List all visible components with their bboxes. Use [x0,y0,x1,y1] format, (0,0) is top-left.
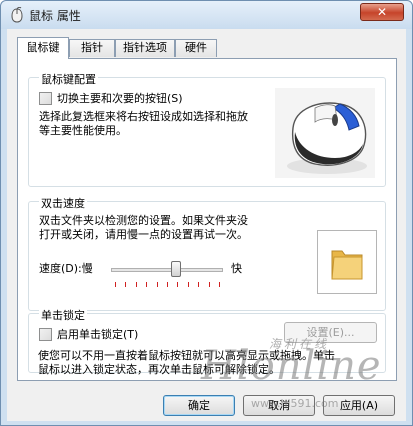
double-click-speed-group: 双击速度 双击文件夹以检测您的设置。如果文件夹没 打开或关闭，请用慢一点的设置再… [28,195,386,311]
close-button[interactable]: ✕ [360,3,404,21]
slider-tick [146,282,148,287]
ok-button[interactable]: 确定 [163,395,235,416]
click-lock-checkbox-label: 启用单击锁定(T) [57,328,139,341]
button-config-description: 选择此复选框来将右按钮设成如选择和拖放 等主要性能使用。 [39,110,269,138]
description-line: 选择此复选框来将右按钮设成如选择和拖放 [39,110,248,123]
click-lock-checkbox[interactable]: 启用单击锁定(T) [39,326,138,342]
mouse-app-icon [11,7,23,23]
cancel-button[interactable]: 取消 [243,395,315,416]
dialog-client-area: 鼠标键 指针 指针选项 硬件 鼠标键配置 切换主要和次要的按钮(S) 选择此复选… [7,29,406,421]
click-lock-description: 使您可以不用一直按着鼠标按钮就可以高亮显示或拖拽。单击 鼠标以进入锁定状态，再次… [38,349,390,377]
double-click-speed-label: 双击速度 [39,195,87,211]
speed-fast-label: 快 [231,262,242,275]
button-config-label: 鼠标键配置 [39,71,98,87]
test-folder-area[interactable] [317,230,377,294]
slider-tick [135,282,137,287]
slider-ticks [115,282,220,288]
tab-pointer-options[interactable]: 指针选项 [115,39,175,57]
click-lock-label: 单击锁定 [39,307,87,323]
slider-tick [125,282,127,287]
description-line: 鼠标以进入锁定状态，再次单击鼠标可解除锁定。 [38,363,280,376]
description-line: 打开或关闭，请用慢一点的设置再试一次。 [39,228,248,241]
slider-tick [115,282,116,287]
tab-mouse-buttons[interactable]: 鼠标键 [17,37,69,59]
button-config-group: 鼠标键配置 切换主要和次要的按钮(S) 选择此复选框来将右按钮设成如选择和拖放 … [28,71,386,187]
double-click-description: 双击文件夹以检测您的设置。如果文件夹没 打开或关闭，请用慢一点的设置再试一次。 [39,214,279,242]
apply-button[interactable]: 应用(A) [323,395,395,416]
slider-tick [156,282,158,287]
switch-buttons-label: 切换主要和次要的按钮(S) [57,92,183,105]
description-line: 使您可以不用一直按着鼠标按钮就可以高亮显示或拖拽。单击 [38,349,335,362]
slider-tick [219,282,220,287]
slider-tick [177,282,179,287]
tab-pointers[interactable]: 指针 [69,39,115,57]
click-lock-settings-button[interactable]: 设置(E)... [284,322,377,343]
folder-icon[interactable] [318,231,376,293]
tab-hardware[interactable]: 硬件 [175,39,217,57]
checkbox-box[interactable] [39,327,52,341]
title-bar[interactable]: 鼠标 属性 ✕ [1,1,412,29]
double-click-speed-track[interactable] [111,268,223,272]
mouse-properties-window: 鼠标 属性 ✕ 鼠标键 指针 指针选项 硬件 鼠标键配置 切换主要和次要的按钮(… [0,0,413,426]
description-line: 等主要性能使用。 [39,124,127,137]
switch-buttons-checkbox[interactable]: 切换主要和次要的按钮(S) [39,90,183,106]
slider-tick [187,282,189,287]
tab-panel: 鼠标键配置 切换主要和次要的按钮(S) 选择此复选框来将右按钮设成如选择和拖放 … [17,58,397,381]
double-click-speed-slider-thumb[interactable] [170,261,181,277]
slider-tick [208,282,210,287]
description-line: 双击文件夹以检测您的设置。如果文件夹没 [39,214,248,227]
window-title: 鼠标 属性 [29,9,81,23]
mouse-illustration-icon [275,88,375,178]
speed-slow-label: 速度(D):慢 [39,262,93,275]
slider-tick [198,282,200,287]
checkbox-box[interactable] [39,91,52,105]
slider-tick [167,282,168,287]
